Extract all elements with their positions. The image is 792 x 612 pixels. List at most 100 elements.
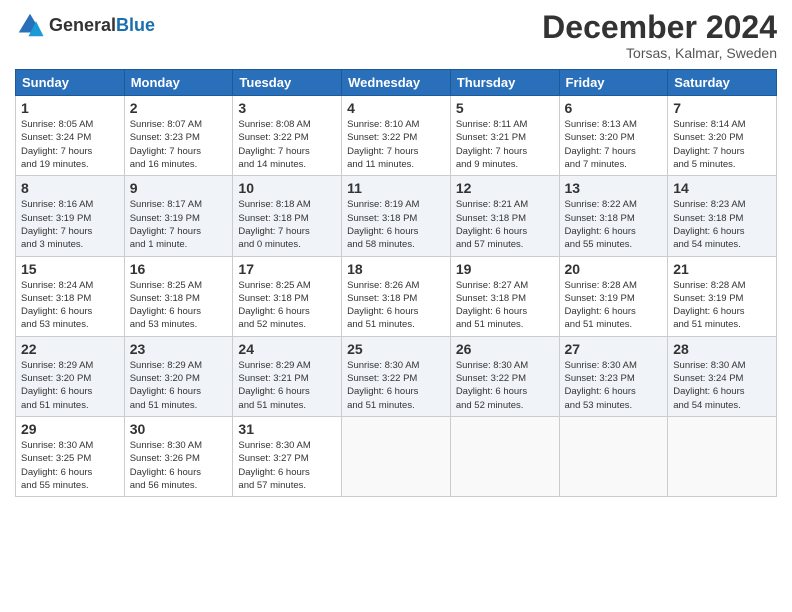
- logo-general: General: [49, 15, 116, 35]
- day-number: 4: [347, 100, 445, 116]
- calendar-cell: 30Sunrise: 8:30 AMSunset: 3:26 PMDayligh…: [124, 416, 233, 496]
- day-number: 26: [456, 341, 554, 357]
- col-tuesday: Tuesday: [233, 70, 342, 96]
- day-number: 20: [565, 261, 663, 277]
- day-number: 5: [456, 100, 554, 116]
- calendar-cell: 27Sunrise: 8:30 AMSunset: 3:23 PMDayligh…: [559, 336, 668, 416]
- day-info: Sunrise: 8:30 AMSunset: 3:22 PMDaylight:…: [347, 359, 445, 412]
- day-info: Sunrise: 8:25 AMSunset: 3:18 PMDaylight:…: [238, 279, 336, 332]
- day-info: Sunrise: 8:30 AMSunset: 3:23 PMDaylight:…: [565, 359, 663, 412]
- header: GeneralBlue December 2024 Torsas, Kalmar…: [15, 10, 777, 61]
- calendar-cell: [450, 416, 559, 496]
- day-info: Sunrise: 8:28 AMSunset: 3:19 PMDaylight:…: [673, 279, 771, 332]
- calendar-cell: 2 Sunrise: 8:07 AMSunset: 3:23 PMDaylight…: [124, 96, 233, 176]
- calendar-cell: 16 Sunrise: 8:25 AMSunset: 3:18 PMDayligh…: [124, 256, 233, 336]
- calendar-cell: 12 Sunrise: 8:21 AMSunset: 3:18 PMDayligh…: [450, 176, 559, 256]
- day-number: 7: [673, 100, 771, 116]
- day-number: 14: [673, 180, 771, 196]
- calendar-cell: 23Sunrise: 8:29 AMSunset: 3:20 PMDayligh…: [124, 336, 233, 416]
- calendar-cell: 7 Sunrise: 8:14 AMSunset: 3:20 PMDaylight…: [668, 96, 777, 176]
- day-info: Sunrise: 8:25 AMSunset: 3:18 PMDaylight:…: [130, 279, 228, 332]
- calendar-cell: 22 Sunrise: 8:29 AMSunset: 3:20 PMDayligh…: [16, 336, 125, 416]
- col-monday: Monday: [124, 70, 233, 96]
- day-number: 13: [565, 180, 663, 196]
- col-saturday: Saturday: [668, 70, 777, 96]
- calendar-cell: 25 Sunrise: 8:30 AMSunset: 3:22 PMDayligh…: [342, 336, 451, 416]
- day-info: Sunrise: 8:28 AMSunset: 3:19 PMDaylight:…: [565, 279, 663, 332]
- day-number: 3: [238, 100, 336, 116]
- logo-icon: [15, 10, 45, 40]
- day-number: 2: [130, 100, 228, 116]
- day-number: 16: [130, 261, 228, 277]
- calendar-body: 1Sunrise: 8:05 AMSunset: 3:24 PMDaylight…: [16, 96, 777, 497]
- day-number: 21: [673, 261, 771, 277]
- calendar-cell: 11Sunrise: 8:19 AMSunset: 3:18 PMDayligh…: [342, 176, 451, 256]
- day-info: Sunrise: 8:13 AMSunset: 3:20 PMDaylight:…: [565, 118, 663, 171]
- day-info: Sunrise: 8:30 AMSunset: 3:22 PMDaylight:…: [456, 359, 554, 412]
- location-subtitle: Torsas, Kalmar, Sweden: [542, 45, 777, 61]
- main-container: GeneralBlue December 2024 Torsas, Kalmar…: [0, 0, 792, 507]
- calendar-header: Sunday Monday Tuesday Wednesday Thursday…: [16, 70, 777, 96]
- calendar-cell: 5 Sunrise: 8:11 AMSunset: 3:21 PMDaylight…: [450, 96, 559, 176]
- day-info: Sunrise: 8:29 AMSunset: 3:20 PMDaylight:…: [21, 359, 119, 412]
- day-info: Sunrise: 8:18 AMSunset: 3:18 PMDaylight:…: [238, 198, 336, 251]
- calendar-cell: 28 Sunrise: 8:30 AMSunset: 3:24 PMDayligh…: [668, 336, 777, 416]
- day-number: 10: [238, 180, 336, 196]
- day-info: Sunrise: 8:30 AMSunset: 3:24 PMDaylight:…: [673, 359, 771, 412]
- day-info: Sunrise: 8:21 AMSunset: 3:18 PMDaylight:…: [456, 198, 554, 251]
- day-info: Sunrise: 8:11 AMSunset: 3:21 PMDaylight:…: [456, 118, 554, 171]
- day-number: 17: [238, 261, 336, 277]
- day-info: Sunrise: 8:08 AMSunset: 3:22 PMDaylight:…: [238, 118, 336, 171]
- week-row-2: 8Sunrise: 8:16 AMSunset: 3:19 PMDaylight…: [16, 176, 777, 256]
- calendar-cell: 14Sunrise: 8:23 AMSunset: 3:18 PMDayligh…: [668, 176, 777, 256]
- col-friday: Friday: [559, 70, 668, 96]
- day-number: 25: [347, 341, 445, 357]
- day-number: 28: [673, 341, 771, 357]
- day-number: 9: [130, 180, 228, 196]
- day-number: 11: [347, 180, 445, 196]
- day-number: 23: [130, 341, 228, 357]
- calendar-cell: 3 Sunrise: 8:08 AMSunset: 3:22 PMDaylight…: [233, 96, 342, 176]
- day-info: Sunrise: 8:26 AMSunset: 3:18 PMDaylight:…: [347, 279, 445, 332]
- col-wednesday: Wednesday: [342, 70, 451, 96]
- calendar-cell: 4 Sunrise: 8:10 AMSunset: 3:22 PMDaylight…: [342, 96, 451, 176]
- calendar-cell: 21 Sunrise: 8:28 AMSunset: 3:19 PMDayligh…: [668, 256, 777, 336]
- day-number: 29: [21, 421, 119, 437]
- week-row-1: 1Sunrise: 8:05 AMSunset: 3:24 PMDaylight…: [16, 96, 777, 176]
- calendar-cell: [668, 416, 777, 496]
- day-number: 19: [456, 261, 554, 277]
- calendar-cell: 24Sunrise: 8:29 AMSunset: 3:21 PMDayligh…: [233, 336, 342, 416]
- calendar-cell: 31Sunrise: 8:30 AMSunset: 3:27 PMDayligh…: [233, 416, 342, 496]
- week-row-4: 22 Sunrise: 8:29 AMSunset: 3:20 PMDayligh…: [16, 336, 777, 416]
- day-info: Sunrise: 8:10 AMSunset: 3:22 PMDaylight:…: [347, 118, 445, 171]
- col-sunday: Sunday: [16, 70, 125, 96]
- day-number: 18: [347, 261, 445, 277]
- day-info: Sunrise: 8:27 AMSunset: 3:18 PMDaylight:…: [456, 279, 554, 332]
- calendar-cell: 19 Sunrise: 8:27 AMSunset: 3:18 PMDayligh…: [450, 256, 559, 336]
- calendar-cell: 18 Sunrise: 8:26 AMSunset: 3:18 PMDayligh…: [342, 256, 451, 336]
- logo-blue: Blue: [116, 15, 155, 35]
- day-info: Sunrise: 8:17 AMSunset: 3:19 PMDaylight:…: [130, 198, 228, 251]
- calendar-cell: 13Sunrise: 8:22 AMSunset: 3:18 PMDayligh…: [559, 176, 668, 256]
- calendar-cell: 20 Sunrise: 8:28 AMSunset: 3:19 PMDayligh…: [559, 256, 668, 336]
- calendar-table: Sunday Monday Tuesday Wednesday Thursday…: [15, 69, 777, 497]
- header-row: Sunday Monday Tuesday Wednesday Thursday…: [16, 70, 777, 96]
- calendar-cell: 29 Sunrise: 8:30 AMSunset: 3:25 PMDayligh…: [16, 416, 125, 496]
- day-number: 12: [456, 180, 554, 196]
- day-info: Sunrise: 8:07 AMSunset: 3:23 PMDaylight:…: [130, 118, 228, 171]
- day-info: Sunrise: 8:30 AMSunset: 3:25 PMDaylight:…: [21, 439, 119, 492]
- day-number: 6: [565, 100, 663, 116]
- logo-text: GeneralBlue: [49, 15, 155, 36]
- calendar-cell: 1Sunrise: 8:05 AMSunset: 3:24 PMDaylight…: [16, 96, 125, 176]
- calendar-cell: [342, 416, 451, 496]
- day-info: Sunrise: 8:14 AMSunset: 3:20 PMDaylight:…: [673, 118, 771, 171]
- calendar-cell: 10 Sunrise: 8:18 AMSunset: 3:18 PMDayligh…: [233, 176, 342, 256]
- week-row-5: 29 Sunrise: 8:30 AMSunset: 3:25 PMDayligh…: [16, 416, 777, 496]
- day-info: Sunrise: 8:24 AMSunset: 3:18 PMDaylight:…: [21, 279, 119, 332]
- day-number: 15: [21, 261, 119, 277]
- day-info: Sunrise: 8:29 AMSunset: 3:21 PMDaylight:…: [238, 359, 336, 412]
- day-number: 22: [21, 341, 119, 357]
- day-info: Sunrise: 8:16 AMSunset: 3:19 PMDaylight:…: [21, 198, 119, 251]
- week-row-3: 15 Sunrise: 8:24 AMSunset: 3:18 PMDayligh…: [16, 256, 777, 336]
- col-thursday: Thursday: [450, 70, 559, 96]
